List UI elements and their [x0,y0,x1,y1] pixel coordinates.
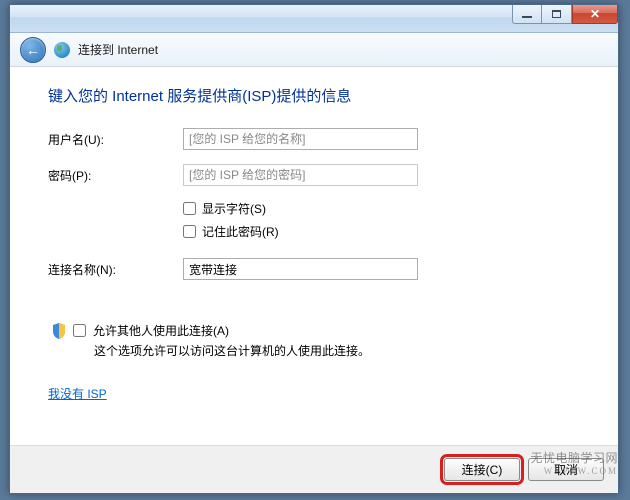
allow-others-row: 允许其他人使用此连接(A) [52,322,580,339]
password-label: 密码(P): [48,167,183,184]
username-input[interactable] [183,128,418,150]
conn-name-label: 连接名称(N): [48,261,183,278]
conn-name-row: 连接名称(N): [48,258,580,280]
remember-pwd-label: 记住此密码(R) [202,223,279,240]
page-heading: 键入您的 Internet 服务提供商(ISP)提供的信息 [48,85,580,106]
content-area: 键入您的 Internet 服务提供商(ISP)提供的信息 用户名(U): 密码… [10,67,618,402]
shield-icon [52,323,66,339]
password-row: 密码(P): [48,164,580,186]
username-label: 用户名(U): [48,131,183,148]
header-bar: ← 连接到 Internet [10,33,618,67]
password-input[interactable] [183,164,418,186]
allow-others-desc: 这个选项允许可以访问这台计算机的人使用此连接。 [94,342,580,359]
cancel-button[interactable]: 取消 [528,458,604,481]
globe-icon [54,42,70,58]
allow-others-checkbox[interactable] [73,324,86,337]
password-options: 显示字符(S) 记住此密码(R) [183,200,580,240]
show-chars-checkbox[interactable] [183,202,196,215]
conn-name-input[interactable] [183,258,418,280]
allow-others-label: 允许其他人使用此连接(A) [93,322,229,339]
window-controls: ✕ [512,5,618,24]
footer-bar: 连接(C) 取消 [10,445,618,493]
close-button[interactable]: ✕ [572,5,618,24]
no-isp-link[interactable]: 我没有 ISP [48,385,107,402]
wizard-window: ✕ ← 连接到 Internet 键入您的 Internet 服务提供商(ISP… [9,4,619,494]
titlebar: ✕ [10,5,618,33]
show-chars-row: 显示字符(S) [183,200,580,217]
allow-others-section: 允许其他人使用此连接(A) 这个选项允许可以访问这台计算机的人使用此连接。 [48,322,580,359]
username-row: 用户名(U): [48,128,580,150]
header-title: 连接到 Internet [78,41,158,58]
remember-pwd-row: 记住此密码(R) [183,223,580,240]
remember-pwd-checkbox[interactable] [183,225,196,238]
connect-button[interactable]: 连接(C) [444,458,520,481]
back-button[interactable]: ← [20,37,46,63]
back-arrow-icon: ← [26,43,40,57]
maximize-button[interactable] [542,5,572,24]
show-chars-label: 显示字符(S) [202,200,266,217]
minimize-button[interactable] [512,5,542,24]
